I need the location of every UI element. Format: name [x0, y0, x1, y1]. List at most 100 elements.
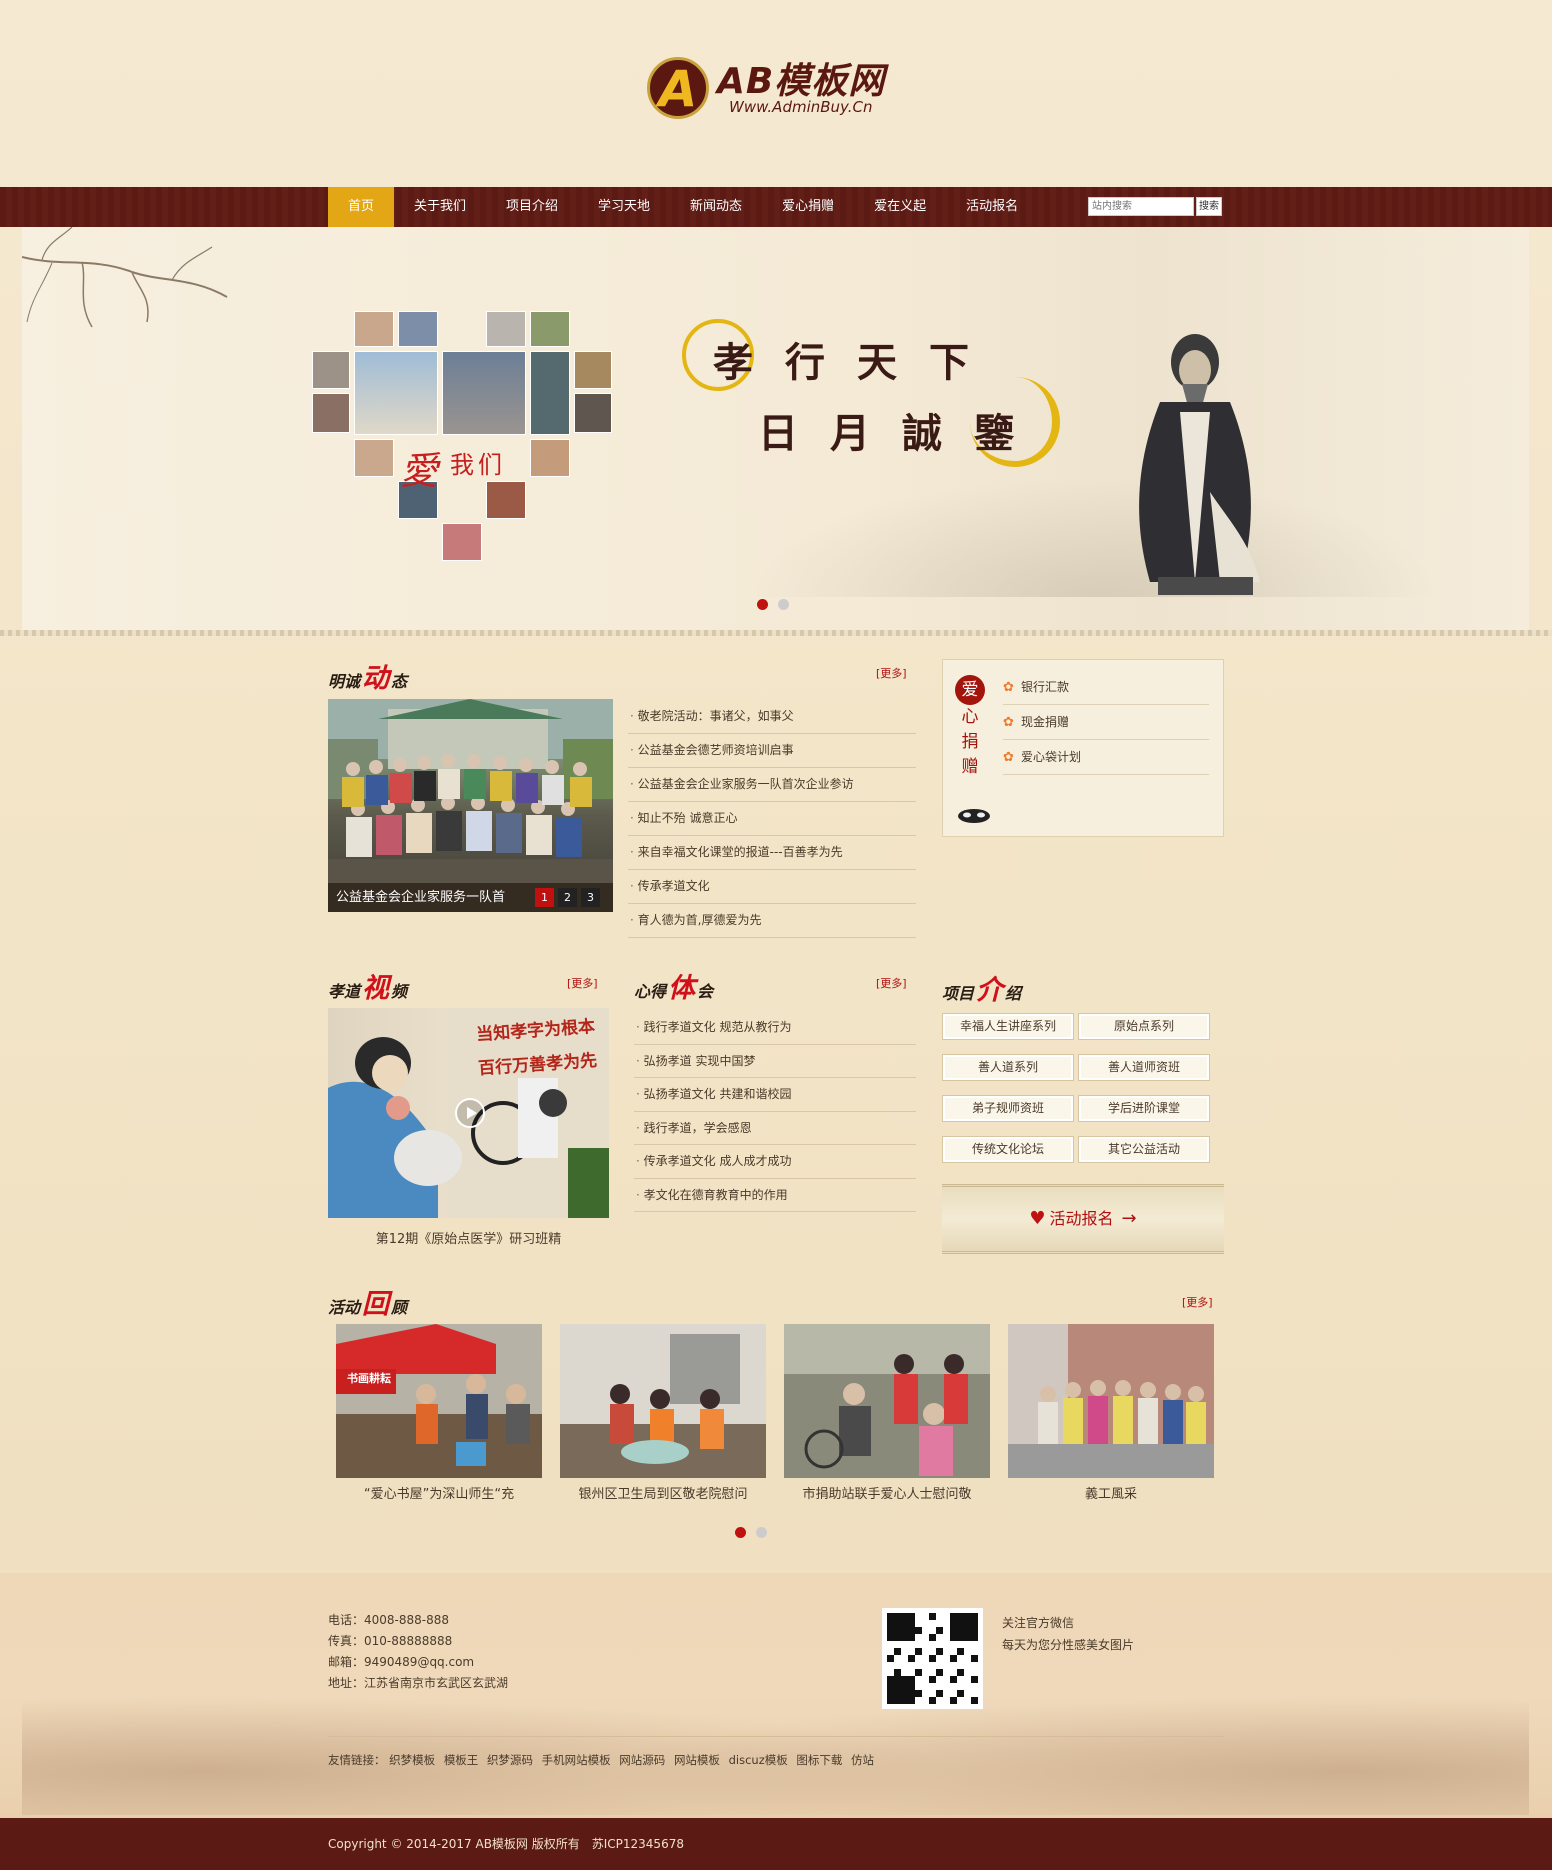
video-caption[interactable]: 第12期《原始点医学》研习班精	[328, 1228, 609, 1247]
collage-photo	[530, 311, 570, 347]
nav-item-donate[interactable]: 爱心捐赠	[762, 187, 854, 227]
nav-item-learning[interactable]: 学习天地	[578, 187, 670, 227]
qr-module	[950, 1690, 957, 1697]
nav-item-news[interactable]: 新闻动态	[670, 187, 762, 227]
project-button[interactable]: 传统文化论坛	[942, 1136, 1074, 1163]
qr-module	[915, 1690, 922, 1697]
news-list-item[interactable]: 敬老院活动：事诸父，如事父	[628, 700, 916, 734]
donate-option-bag[interactable]: ✿ 爱心袋计划	[1003, 740, 1209, 775]
activity-signup-button[interactable]: ♥ 活动报名 →	[942, 1184, 1224, 1254]
news-more-link[interactable]: [更多]	[876, 665, 907, 681]
news-featured-photo[interactable]	[328, 699, 613, 912]
friend-link[interactable]: 织梦源码	[487, 1753, 533, 1767]
qr-module	[943, 1662, 950, 1669]
qr-module	[887, 1683, 894, 1690]
qr-module	[964, 1648, 971, 1655]
qr-module	[894, 1648, 901, 1655]
activity-card[interactable]: 银州区卫生局到区敬老院慰问	[560, 1324, 766, 1512]
friend-link[interactable]: 模板王	[444, 1753, 479, 1767]
project-button[interactable]: 原始点系列	[1078, 1013, 1210, 1040]
friend-link[interactable]: 手机网站模板	[542, 1753, 611, 1767]
activity-card[interactable]: 義工風采	[1008, 1324, 1214, 1512]
pager-button[interactable]: 1	[535, 888, 554, 907]
qr-module	[908, 1620, 915, 1627]
friend-link[interactable]: 织梦模板	[389, 1753, 435, 1767]
experience-list-item[interactable]: 传承孝道文化 成人成才成功	[634, 1145, 916, 1179]
pager-button[interactable]: 2	[558, 888, 577, 907]
activities-more-link[interactable]: [更多]	[1182, 1294, 1213, 1310]
news-list-item[interactable]: 育人德为首,厚德爱为先	[628, 904, 916, 938]
project-button[interactable]: 善人道系列	[942, 1054, 1074, 1081]
qr-module	[964, 1627, 971, 1634]
news-list-item[interactable]: 传承孝道文化	[628, 870, 916, 904]
pager-button[interactable]: 3	[581, 888, 600, 907]
news-list-item[interactable]: 知止不殆 诚意正心	[628, 802, 916, 836]
copyright-text: Copyright © 2014-2017 AB模板网 版权所有 苏ICP123…	[328, 1837, 684, 1851]
news-list-item[interactable]: 公益基金会德艺师资培训启事	[628, 734, 916, 768]
experience-list-item[interactable]: 弘扬孝道文化 共建和谐校园	[634, 1078, 916, 1112]
nav-item-about[interactable]: 关于我们	[394, 187, 486, 227]
site-logo[interactable]: A AB模板网 Www.AdminBuy.Cn	[645, 52, 915, 124]
experience-list-item[interactable]: 践行孝道文化 规范从教行为	[634, 1011, 916, 1045]
qr-module	[915, 1676, 922, 1683]
donate-option-bank[interactable]: ✿ 银行汇款	[1003, 670, 1209, 705]
experience-more-link[interactable]: [更多]	[876, 975, 907, 991]
qr-module	[929, 1676, 936, 1683]
qr-module	[894, 1627, 901, 1634]
qr-module	[894, 1655, 901, 1662]
qr-module	[936, 1690, 943, 1697]
search-input[interactable]	[1088, 197, 1194, 216]
slider-dot[interactable]	[735, 1527, 746, 1538]
friend-link[interactable]: 图标下载	[796, 1753, 842, 1767]
nav-item-projects[interactable]: 项目介绍	[486, 187, 578, 227]
friend-link[interactable]: discuz模板	[729, 1753, 788, 1767]
friend-links: 友情链接： 织梦模板 模板王 织梦源码 手机网站模板 网站源码 网站模板 dis…	[328, 1752, 879, 1768]
qr-module	[957, 1662, 964, 1669]
slider-dot[interactable]	[778, 599, 789, 610]
nav-item-home[interactable]: 首页	[328, 187, 394, 227]
qr-module	[957, 1676, 964, 1683]
project-button[interactable]: 学后进阶课堂	[1078, 1095, 1210, 1122]
qr-module	[915, 1627, 922, 1634]
activity-caption: 银州区卫生局到区敬老院慰问	[578, 1487, 748, 1502]
qr-module	[957, 1648, 964, 1655]
video-more-link[interactable]: [更多]	[567, 975, 598, 991]
contact-fax: 传真：010-88888888	[328, 1634, 453, 1648]
project-button[interactable]: 善人道师资班	[1078, 1054, 1210, 1081]
qr-module	[936, 1648, 943, 1655]
friend-link[interactable]: 仿站	[851, 1753, 874, 1767]
slider-dot[interactable]	[756, 1527, 767, 1538]
contact-email: 邮箱：9490489@qq.com	[328, 1655, 475, 1669]
slider-dot[interactable]	[757, 599, 768, 610]
experience-list-item[interactable]: 孝文化在德育教育中的作用	[634, 1179, 916, 1212]
nav-item-signup[interactable]: 活动报名	[946, 187, 1038, 227]
qr-module	[929, 1627, 936, 1634]
qr-module	[971, 1620, 978, 1627]
hero-banner[interactable]: 愛 我们 孝行天下 日月誠鑒	[22, 227, 1529, 630]
project-button[interactable]: 其它公益活动	[1078, 1136, 1210, 1163]
search-button[interactable]: 搜索	[1196, 197, 1222, 216]
qr-module	[964, 1662, 971, 1669]
qr-module	[957, 1627, 964, 1634]
qr-module	[929, 1669, 936, 1676]
qr-module	[915, 1683, 922, 1690]
friend-link[interactable]: 网站模板	[674, 1753, 720, 1767]
nav-item-volunteer[interactable]: 爱在义起	[854, 187, 946, 227]
activity-card[interactable]: 书画耕耘 “爱心书屋”为深山师生“充	[336, 1324, 542, 1512]
activity-card[interactable]: 市捐助站联手爱心人士慰问敬	[784, 1324, 990, 1512]
collage-photo	[354, 351, 438, 435]
qr-module	[936, 1683, 943, 1690]
project-button[interactable]: 弟子规师资班	[942, 1095, 1074, 1122]
news-list-item[interactable]: 公益基金会企业家服务一队首次企业参访	[628, 768, 916, 802]
experience-list-item[interactable]: 弘扬孝道 实现中国梦	[634, 1045, 916, 1078]
play-icon[interactable]	[455, 1098, 485, 1128]
project-button[interactable]: 幸福人生讲座系列	[942, 1013, 1074, 1040]
experience-list-item[interactable]: 践行孝道，学会感恩	[634, 1112, 916, 1145]
friend-link[interactable]: 网站源码	[619, 1753, 665, 1767]
news-list-item[interactable]: 来自幸福文化课堂的报道---百善孝为先	[628, 836, 916, 870]
collage-photo	[398, 311, 438, 347]
news-list: 敬老院活动：事诸父，如事父 公益基金会德艺师资培训启事 公益基金会企业家服务一队…	[628, 700, 916, 938]
qr-module	[957, 1620, 964, 1627]
donate-option-cash[interactable]: ✿ 现金捐赠	[1003, 705, 1209, 740]
collage-photo	[354, 311, 394, 347]
